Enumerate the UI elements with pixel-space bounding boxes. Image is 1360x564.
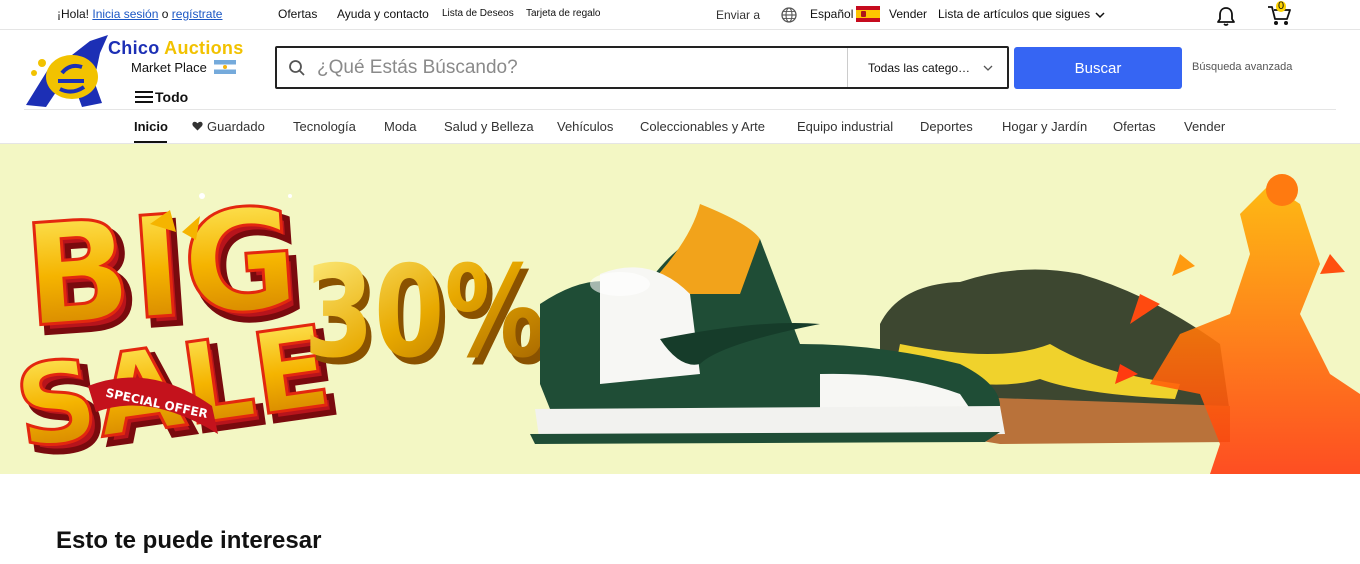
category-select[interactable]: Todas las catego…	[847, 48, 1007, 87]
language-selector[interactable]: Español	[810, 7, 853, 21]
spain-flag-icon	[856, 6, 880, 22]
nav-item-moda[interactable]: Moda	[384, 119, 417, 134]
greeting: ¡Hola! Inicia sesión o regístrate	[57, 7, 222, 21]
signin-link[interactable]: Inicia sesión	[92, 7, 158, 21]
watchlist-dropdown[interactable]: Lista de artículos que sigues	[938, 7, 1105, 21]
top-bar: ¡Hola! Inicia sesión o regístrate Oferta…	[0, 0, 1360, 30]
all-categories-menu[interactable]: Todo	[135, 89, 188, 105]
banner-graphic: BIG BIG SALE SALE SPECIAL OFFER 30% 30%	[6, 174, 1360, 474]
or-text: o	[161, 7, 169, 21]
ofertas-link[interactable]: Ofertas	[278, 7, 317, 21]
hamburger-icon	[135, 90, 153, 104]
cart-count-badge: 0	[1276, 0, 1287, 12]
ayuda-link[interactable]: Ayuda y contacto	[337, 7, 429, 21]
wishlist-link[interactable]: Lista de Deseos	[442, 8, 514, 19]
logo-name: Chico Auctions	[108, 38, 244, 59]
logo-name-a: Chico	[108, 38, 165, 58]
nav-item-inicio[interactable]: Inicio	[134, 119, 168, 134]
globe-icon[interactable]	[781, 7, 797, 23]
logo-subtitle: Market Place	[131, 60, 207, 75]
chevron-down-icon	[983, 65, 993, 71]
nav-item-coleccionables[interactable]: Coleccionables y Arte	[640, 119, 765, 134]
register-link[interactable]: regístrate	[172, 7, 223, 21]
search-input[interactable]	[317, 48, 847, 87]
giftcard-link[interactable]: Tarjeta de regalo	[526, 8, 601, 19]
nav-item-tecnologia[interactable]: Tecnología	[293, 119, 356, 134]
nav-item-vehiculos[interactable]: Vehículos	[557, 119, 613, 134]
nav-item-vender[interactable]: Vender	[1184, 119, 1225, 134]
ship-to[interactable]: Enviar a	[716, 8, 760, 22]
category-select-value: Todas las catego…	[868, 60, 971, 75]
category-nav: Inicio Guardado Tecnología Moda Salud y …	[0, 110, 1360, 144]
heart-icon	[192, 121, 203, 131]
logo-name-b: Auctions	[164, 38, 244, 58]
argentina-flag-icon	[214, 60, 236, 74]
all-categories-label: Todo	[155, 89, 189, 105]
watchlist-label: Lista de artículos que sigues	[938, 7, 1091, 21]
sell-link[interactable]: Vender	[889, 7, 927, 21]
discount-text: 30%	[304, 240, 546, 387]
nav-item-label: Guardado	[207, 119, 265, 134]
nav-item-deportes[interactable]: Deportes	[920, 119, 973, 134]
nav-item-equipo-industrial[interactable]: Equipo industrial	[797, 119, 893, 134]
nav-item-guardado[interactable]: Guardado	[192, 119, 265, 134]
search-icon	[277, 48, 317, 87]
search-button[interactable]: Buscar	[1014, 47, 1182, 89]
search-bar: Todas las catego…	[275, 46, 1009, 89]
advanced-search-link[interactable]: Búsqueda avanzada	[1192, 61, 1292, 73]
nav-item-salud-belleza[interactable]: Salud y Belleza	[444, 119, 534, 134]
section-heading: Esto te puede interesar	[56, 527, 322, 554]
nav-item-hogar-jardin[interactable]: Hogar y Jardín	[1002, 119, 1087, 134]
bell-icon[interactable]	[1215, 5, 1237, 27]
nav-item-ofertas[interactable]: Ofertas	[1113, 119, 1156, 134]
greeting-text: ¡Hola!	[57, 7, 90, 21]
chevron-down-icon	[1095, 12, 1105, 18]
promo-banner[interactable]: BIG BIG SALE SALE SPECIAL OFFER 30% 30%	[0, 144, 1360, 474]
